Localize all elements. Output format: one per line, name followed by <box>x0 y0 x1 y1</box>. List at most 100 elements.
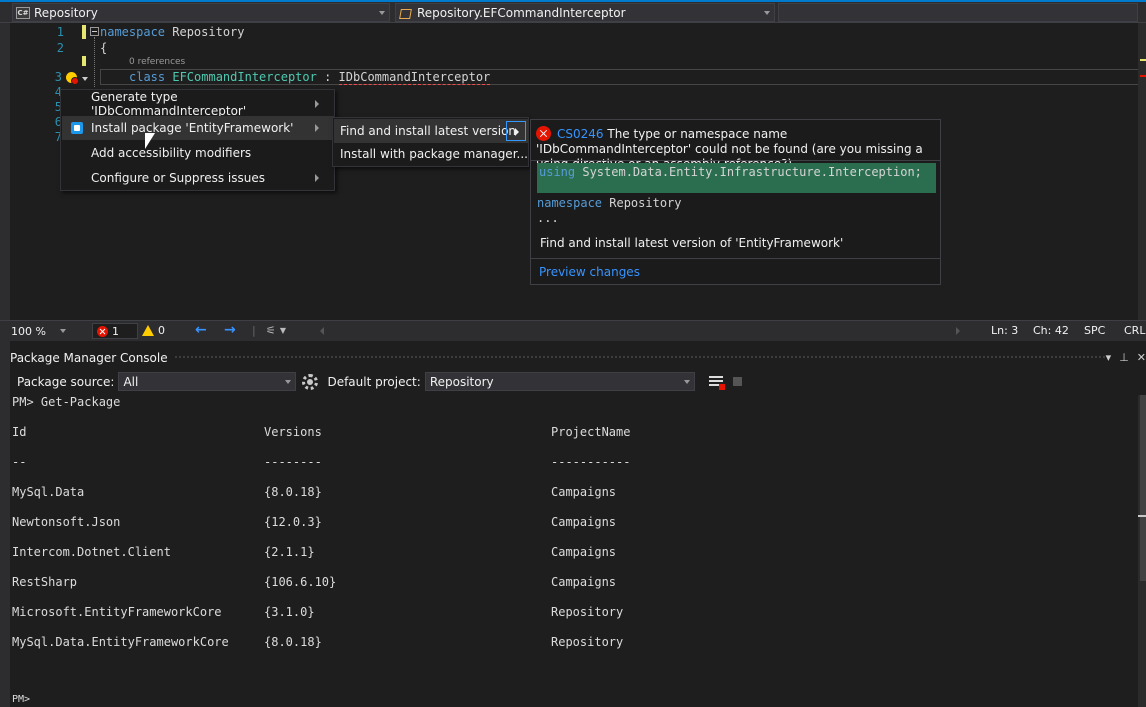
codelens-references[interactable]: 0 references <box>129 57 185 67</box>
scrollbar-thumb[interactable] <box>1140 395 1146 581</box>
menu-item-find-install-latest[interactable]: Find and install latest version <box>334 119 529 143</box>
editor-vertical-scrollbar[interactable] <box>1138 23 1146 320</box>
menu-item-label: Install with package manager... <box>340 147 528 161</box>
menu-item-label: Configure or Suppress issues <box>91 171 265 185</box>
project-dropdown[interactable]: C# Repository <box>12 3 390 22</box>
arrow-left-icon: ← <box>195 322 207 338</box>
package-version: {8.0.18} <box>264 485 322 499</box>
package-project: Repository <box>551 635 624 649</box>
lightbulb-quick-actions[interactable] <box>64 71 90 87</box>
line-ending-indicator[interactable]: CRLF <box>1124 324 1146 337</box>
package-project: Repository <box>551 605 624 619</box>
divider <box>531 160 940 161</box>
chevron-down-icon <box>60 329 66 333</box>
collapse-icon[interactable] <box>90 27 99 36</box>
change-marker <box>82 25 86 39</box>
submenu-arrow-icon <box>315 100 319 108</box>
type-dropdown[interactable]: Repository.EFCommandInterceptor <box>395 3 775 22</box>
left-margin <box>0 341 10 707</box>
package-project: Campaigns <box>551 485 617 499</box>
preview-changes-link[interactable]: Preview changes <box>539 265 640 279</box>
menu-item-add-accessibility-modifiers[interactable]: Add accessibility modifiers <box>62 141 334 165</box>
console-prompt[interactable]: PM> <box>12 694 30 705</box>
default-project-label: Default project: <box>327 374 421 389</box>
change-marker <box>82 56 86 66</box>
whitespace-indicator[interactable]: SPC <box>1084 324 1105 337</box>
package-source-dropdown[interactable]: All <box>118 372 297 391</box>
added-code-line: using System.Data.Entity.Infrastructure.… <box>537 163 936 193</box>
dropdown-icon[interactable]: ▾ <box>1106 351 1112 364</box>
code-cleanup-button[interactable]: ⚟ ▼ <box>266 324 286 337</box>
header-separator: ----------- <box>551 455 631 469</box>
fix-description: Find and install latest version of 'Enti… <box>540 236 844 250</box>
scroll-right-icon[interactable] <box>956 327 960 335</box>
navigate-back-button[interactable]: ← <box>195 322 207 338</box>
editor-horizontal-scrollbar[interactable] <box>320 325 960 337</box>
package-project: Campaigns <box>551 545 617 559</box>
default-project-dropdown[interactable]: Repository <box>424 372 695 391</box>
menu-item-label: Add accessibility modifiers <box>91 146 252 160</box>
editor-left-margin <box>0 23 10 320</box>
header-separator: -------- <box>264 455 322 469</box>
fix-preview-panel: CS0246 The type or namespace name 'IDbCo… <box>530 119 941 285</box>
package-project: Campaigns <box>551 575 617 589</box>
code-line-1: namespace Repository <box>100 25 245 39</box>
error-count-button[interactable]: 1 <box>92 323 138 339</box>
package-version: {106.6.10} <box>264 575 337 589</box>
stop-icon[interactable] <box>732 377 742 386</box>
divider <box>531 258 940 259</box>
zoom-dropdown[interactable]: 100 % <box>8 323 70 339</box>
project-dropdown-label: Repository <box>34 5 98 20</box>
chevron-down-icon <box>82 77 88 81</box>
error-code-link[interactable]: CS0246 <box>557 127 604 141</box>
type-dropdown-label: Repository.EFCommandInterceptor <box>417 5 626 20</box>
fold-guide <box>94 37 95 87</box>
scroll-left-icon[interactable] <box>320 327 324 335</box>
pmc-toolbar: Package source: All Default project: Rep… <box>10 369 1146 394</box>
warning-icon <box>142 325 154 336</box>
package-version: {8.0.18} <box>264 635 322 649</box>
navigate-forward-button[interactable]: → <box>224 322 236 338</box>
menu-item-install-package[interactable]: Install package 'EntityFramework' <box>62 116 334 140</box>
scrollbar-error-mark <box>1140 75 1146 77</box>
package-id: Microsoft.EntityFrameworkCore <box>12 605 222 619</box>
csharp-project-icon: C# <box>16 6 30 19</box>
chevron-down-icon <box>764 11 770 15</box>
line-number: 1 <box>56 25 64 39</box>
preview-code-namespace: namespace Repository <box>537 196 682 210</box>
menu-item-configure-suppress[interactable]: Configure or Suppress issues <box>62 166 334 190</box>
member-dropdown[interactable] <box>778 3 1138 22</box>
line-indicator: Ln: 3 <box>991 324 1019 337</box>
error-icon <box>97 325 108 337</box>
warning-count: 0 <box>158 324 165 337</box>
package-version: {12.0.3} <box>264 515 322 529</box>
default-project-value: Repository <box>429 374 494 389</box>
menu-item-install-with-package-manager[interactable]: Install with package manager... <box>334 142 529 166</box>
clear-console-icon[interactable] <box>708 375 725 390</box>
broom-icon: ⚟ <box>266 324 276 337</box>
error-squiggle: IDbCommandInterceptor <box>338 70 491 85</box>
console-output[interactable]: PM> Get-Package Id Versions ProjectName … <box>10 395 1138 707</box>
chevron-down-icon: ▼ <box>279 326 287 335</box>
warning-count-button[interactable]: 0 <box>142 324 165 337</box>
menu-item-label: Find and install latest version <box>340 124 517 138</box>
column-indicator: Ch: 42 <box>1033 324 1069 337</box>
expand-preview-icon[interactable] <box>506 121 526 141</box>
package-version: {3.1.0} <box>264 605 315 619</box>
scrollbar-change-mark <box>1140 59 1146 61</box>
column-header-project: ProjectName <box>551 425 631 439</box>
separator: | <box>252 324 256 337</box>
chevron-down-icon <box>683 380 690 384</box>
console-vertical-scrollbar[interactable] <box>1138 395 1146 707</box>
pin-icon[interactable]: ⊥ <box>1119 351 1129 364</box>
menu-item-generate-type[interactable]: Generate type 'IDbCommandInterceptor' <box>62 90 334 118</box>
arrow-right-icon: → <box>224 322 236 338</box>
package-project: Campaigns <box>551 515 617 529</box>
chevron-down-icon <box>285 380 292 384</box>
settings-gear-icon[interactable] <box>302 373 319 390</box>
class-icon <box>399 7 412 19</box>
install-package-submenu: Find and install latest version Install … <box>332 117 529 167</box>
package-version: {2.1.1} <box>264 545 315 559</box>
zoom-level: 100 % <box>11 324 46 338</box>
close-icon[interactable]: ✕ <box>1137 351 1146 364</box>
